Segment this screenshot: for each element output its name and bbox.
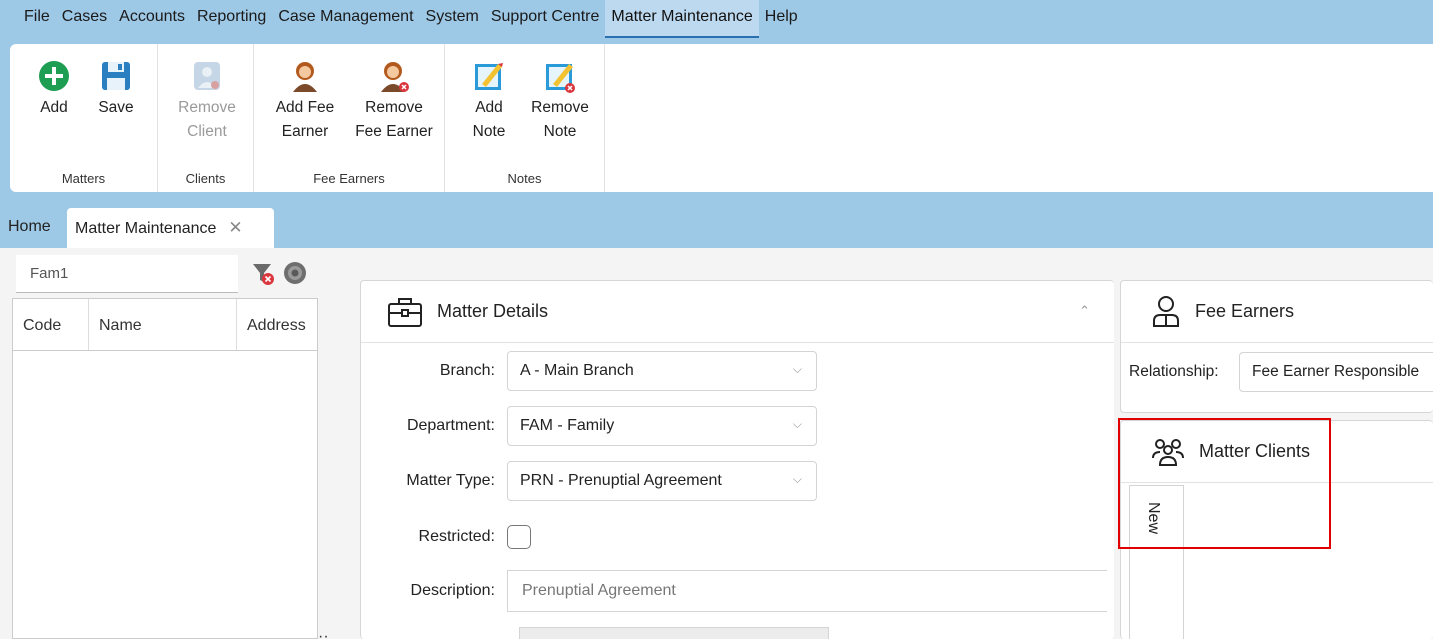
department-row: Department: FAM - Family ⌵: [361, 406, 817, 446]
next-field[interactable]: [519, 627, 829, 639]
highlight-box: [1118, 418, 1331, 549]
column-header-address[interactable]: Address: [237, 299, 317, 350]
fee-earners-title: Fee Earners: [1195, 301, 1295, 321]
relationship-value: Fee Earner Responsible: [1252, 363, 1420, 380]
remove-fee-earner-button[interactable]: Remove Fee Earner: [352, 58, 436, 144]
save-label: Save: [98, 99, 134, 116]
gear-icon[interactable]: [282, 260, 308, 286]
chevron-down-icon: ⌵: [792, 362, 802, 376]
ribbon: Add Save Matters Remove Client Clients A…: [10, 44, 1433, 192]
save-matter-button[interactable]: Save: [94, 58, 138, 120]
menu-accounts[interactable]: Accounts: [113, 0, 191, 38]
restricted-label: Restricted:: [418, 528, 495, 545]
remove-note-label-1: Remove: [531, 99, 589, 116]
department-value: FAM - Family: [520, 417, 615, 434]
ribbon-group-fee-earners: Add Fee Earner Remove Fee Earner Fee Ear…: [254, 44, 445, 192]
restricted-checkbox[interactable]: [507, 525, 531, 549]
menu-support-centre[interactable]: Support Centre: [485, 0, 606, 38]
column-header-name[interactable]: Name: [89, 299, 237, 350]
remove-note-label-2: Note: [543, 123, 577, 140]
description-row: Description: Prenuptial Agreement: [361, 570, 1107, 612]
add-label: Add: [40, 99, 68, 116]
add-note-button[interactable]: Add Note: [467, 58, 511, 144]
description-field[interactable]: Prenuptial Agreement: [507, 570, 1107, 612]
remove-client-button[interactable]: Remove Client: [172, 58, 242, 144]
splitter-grip-icon[interactable]: ··: [318, 628, 329, 639]
matter-details-panel: Matter Details ⌃ Branch: A - Main Branch…: [360, 280, 1114, 639]
menu-cases[interactable]: Cases: [56, 0, 113, 38]
fee-earners-panel: Fee Earners Relationship: Fee Earner Res…: [1120, 280, 1433, 413]
person-icon: [1153, 295, 1179, 327]
add-fee-earner-label-1: Add Fee: [275, 99, 335, 116]
save-icon: [102, 62, 130, 90]
add-matter-button[interactable]: Add: [32, 58, 76, 120]
menu-help[interactable]: Help: [759, 0, 804, 38]
relationship-select[interactable]: Fee Earner Responsible: [1239, 352, 1433, 392]
ribbon-group-notes: Add Note Remove Note Notes: [445, 44, 605, 192]
description-label: Description:: [410, 582, 495, 599]
tab-home[interactable]: Home: [0, 208, 59, 248]
relationship-row: Relationship: Fee Earner Responsible: [1121, 351, 1433, 393]
matter-type-label: Matter Type:: [406, 472, 495, 489]
menu-system[interactable]: System: [420, 0, 485, 38]
add-note-label-2: Note: [472, 123, 506, 140]
note-icon: [475, 63, 503, 90]
remove-fee-earner-label-2: Fee Earner: [355, 123, 433, 140]
grid-header: Code Name Address: [13, 299, 317, 351]
relationship-label: Relationship:: [1129, 363, 1219, 380]
tab-matter-maintenance[interactable]: Matter Maintenance ✕: [67, 208, 274, 248]
add-note-label-1: Add: [475, 99, 503, 116]
add-fee-earner-button[interactable]: Add Fee Earner: [270, 58, 340, 144]
document-tabs: Home Matter Maintenance ✕: [0, 208, 1433, 248]
branch-value: A - Main Branch: [520, 362, 634, 379]
matter-type-value: PRN - Prenuptial Agreement: [520, 472, 722, 489]
remove-client-label-2: Client: [187, 123, 227, 140]
fee-earners-group-label: Fee Earners: [313, 171, 385, 186]
ribbon-group-matters: Add Save Matters: [10, 44, 158, 192]
chevron-down-icon: ⌵: [792, 472, 802, 486]
search-tools: [250, 260, 308, 286]
fee-earner-icon: [293, 62, 317, 92]
add-icon: [39, 61, 69, 91]
tab-home-label: Home: [8, 218, 51, 235]
search-input-value: Fam1: [30, 265, 69, 282]
clear-filter-icon[interactable]: [250, 260, 276, 286]
branch-row: Branch: A - Main Branch ⌵: [361, 351, 817, 391]
close-icon[interactable]: ✕: [228, 218, 242, 237]
matter-type-row: Matter Type: PRN - Prenuptial Agreement …: [361, 461, 817, 501]
remove-note-icon: [546, 64, 575, 93]
matter-details-header[interactable]: Matter Details ⌃: [361, 281, 1114, 343]
menu-bar: File Cases Accounts Reporting Case Manag…: [0, 0, 1433, 40]
remove-note-button[interactable]: Remove Note: [527, 58, 593, 144]
menu-file[interactable]: File: [18, 0, 56, 38]
briefcase-icon: [388, 297, 422, 327]
matter-details-title: Matter Details: [437, 301, 549, 321]
menu-case-management[interactable]: Case Management: [272, 0, 419, 38]
menu-reporting[interactable]: Reporting: [191, 0, 272, 38]
menu-matter-maintenance[interactable]: Matter Maintenance: [605, 0, 759, 38]
description-placeholder: Prenuptial Agreement: [522, 582, 676, 599]
collapse-chevron-icon[interactable]: ⌃: [1079, 303, 1090, 319]
remove-client-label-1: Remove: [178, 99, 236, 116]
column-header-code[interactable]: Code: [13, 299, 89, 350]
matter-type-select[interactable]: PRN - Prenuptial Agreement ⌵: [507, 461, 817, 501]
branch-select[interactable]: A - Main Branch ⌵: [507, 351, 817, 391]
add-fee-earner-label-2: Earner: [281, 123, 329, 140]
ribbon-group-clients: Remove Client Clients: [158, 44, 254, 192]
department-label: Department:: [406, 417, 495, 434]
remove-client-icon: [194, 62, 220, 90]
branch-label: Branch:: [439, 362, 495, 379]
matters-group-label: Matters: [61, 171, 106, 186]
tab-matter-maintenance-label: Matter Maintenance: [75, 220, 217, 237]
clients-group-label: Clients: [185, 171, 226, 186]
remove-fee-earner-label-1: Remove: [365, 99, 423, 116]
search-input[interactable]: Fam1: [16, 255, 238, 293]
department-select[interactable]: FAM - Family ⌵: [507, 406, 817, 446]
chevron-down-icon: ⌵: [792, 417, 802, 431]
matter-search-grid[interactable]: Code Name Address: [12, 298, 318, 639]
restricted-row: Restricted:: [361, 517, 531, 557]
remove-fee-earner-icon: [381, 62, 409, 92]
notes-group-label: Notes: [507, 171, 542, 186]
fee-earners-header[interactable]: Fee Earners: [1121, 281, 1433, 343]
